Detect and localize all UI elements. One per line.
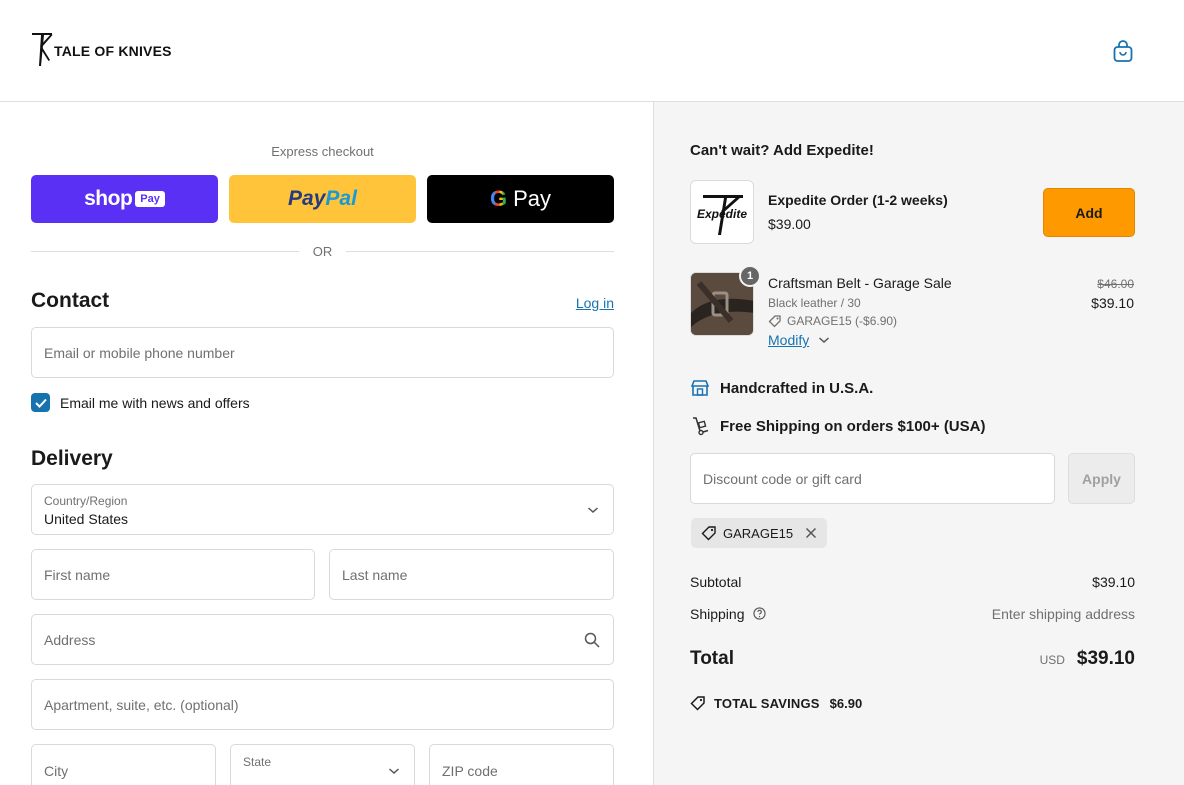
- country-select[interactable]: Country/Region United States: [31, 484, 614, 535]
- state-label: State: [243, 755, 272, 769]
- store-icon: [690, 380, 710, 396]
- tag-icon: [768, 315, 781, 328]
- applied-discount-chip: GARAGE15: [691, 518, 828, 548]
- remove-discount-icon[interactable]: [805, 527, 817, 539]
- shipping-row: Shipping Enter shipping address: [690, 606, 1135, 622]
- subtotal-label: Subtotal: [690, 574, 742, 590]
- first-name-field[interactable]: First name: [31, 549, 315, 600]
- subtotal-row: Subtotal $39.10: [690, 574, 1135, 590]
- shop-pay-button[interactable]: shop Pay: [31, 175, 218, 223]
- tag-icon: [690, 696, 705, 711]
- item-discount: GARAGE15 (-$6.90): [768, 314, 897, 328]
- zip-field[interactable]: ZIP code: [429, 744, 614, 785]
- tag-icon: [701, 526, 716, 541]
- paypal-wordmark: PayPal: [288, 187, 357, 211]
- last-name-field[interactable]: Last name: [329, 549, 614, 600]
- login-link[interactable]: Log in: [560, 295, 614, 311]
- divider-line: [346, 250, 614, 252]
- delivery-title: Delivery: [31, 447, 113, 470]
- hand-truck-icon: [693, 417, 709, 436]
- or-text: OR: [312, 243, 333, 259]
- last-name-placeholder: Last name: [342, 566, 408, 583]
- google-pay-word: Pay: [513, 186, 552, 211]
- paypal-word-2: Pal: [325, 187, 357, 210]
- paypal-button[interactable]: PayPal: [229, 175, 416, 223]
- total-amount: USD $39.10: [1040, 648, 1135, 670]
- shipping-value: Enter shipping address: [991, 606, 1135, 622]
- expedite-thumb-text: Expedite: [697, 207, 748, 221]
- divider-line: [31, 250, 299, 252]
- discount-code-input[interactable]: Discount code or gift card: [690, 453, 1055, 504]
- first-name-placeholder: First name: [44, 566, 111, 583]
- item-variant: Black leather / 30: [768, 296, 861, 310]
- chevron-down-icon: [389, 768, 399, 775]
- city-field[interactable]: City: [31, 744, 216, 785]
- item-name: Craftsman Belt - Garage Sale: [768, 275, 952, 291]
- header: TALE OF KNIVES: [0, 0, 1184, 102]
- brand-name: TALE OF KNIVES: [54, 43, 172, 59]
- feature-text: Free Shipping on orders $100+ (USA): [720, 417, 986, 435]
- total-label: Total: [690, 648, 734, 669]
- original-price: $46.00: [1097, 277, 1134, 291]
- applied-code: GARAGE15: [723, 525, 794, 541]
- address-field[interactable]: Address: [31, 614, 614, 665]
- email-field[interactable]: Email or mobile phone number: [31, 327, 614, 378]
- address-placeholder: Address: [44, 631, 96, 648]
- apartment-field[interactable]: Apartment, suite, etc. (optional): [31, 679, 614, 730]
- paypal-word-1: Pay: [288, 187, 326, 210]
- shop-pay-badge: Pay: [135, 191, 165, 207]
- apply-discount-button[interactable]: Apply: [1068, 453, 1135, 504]
- item-price: $39.10: [1091, 295, 1134, 311]
- total-row: Total USD $39.10: [690, 648, 1135, 670]
- google-g-icon: G: [489, 186, 508, 211]
- city-placeholder: City: [44, 763, 69, 779]
- newsletter-checkbox-row[interactable]: Email me with news and offers: [31, 393, 250, 412]
- knife-logo-icon: [32, 33, 53, 66]
- country-label: Country/Region: [44, 494, 128, 508]
- total-savings: TOTAL SAVINGS $6.90: [690, 695, 862, 711]
- total-value: $39.10: [1076, 648, 1135, 669]
- search-icon: [584, 632, 600, 648]
- expedite-price: $39.00: [768, 216, 811, 232]
- savings-label: TOTAL SAVINGS: [714, 695, 820, 711]
- brand-logo[interactable]: TALE OF KNIVES: [30, 30, 172, 68]
- shipping-label-wrap: Shipping: [690, 606, 767, 622]
- savings-value: $6.90: [829, 695, 863, 711]
- chevron-down-icon: [588, 506, 598, 513]
- subtotal-value: $39.10: [1092, 574, 1135, 590]
- state-select[interactable]: State: [230, 744, 415, 785]
- add-expedite-button[interactable]: Add: [1043, 188, 1135, 237]
- newsletter-checkbox[interactable]: [31, 393, 50, 412]
- expedite-thumbnail: Expedite: [690, 180, 754, 244]
- upsell-title: Can't wait? Add Expedite!: [690, 142, 874, 159]
- modify-link[interactable]: Modify: [768, 332, 830, 348]
- shop-pay-wordmark: shop: [84, 187, 133, 210]
- modify-text: Modify: [768, 332, 810, 348]
- expedite-name: Expedite Order (1-2 weeks): [768, 192, 948, 208]
- google-pay-wordmark: G Pay: [490, 186, 551, 212]
- newsletter-label: Email me with news and offers: [60, 394, 250, 411]
- shipping-label: Shipping: [690, 606, 745, 622]
- item-discount-text: GARAGE15 (-$6.90): [787, 314, 898, 328]
- feature-text: Handcrafted in U.S.A.: [720, 379, 874, 397]
- country-value: United States: [44, 511, 129, 527]
- discount-placeholder: Discount code or gift card: [703, 471, 862, 487]
- zip-placeholder: ZIP code: [442, 763, 498, 779]
- express-checkout-label: Express checkout: [271, 144, 374, 159]
- chevron-down-icon: [819, 337, 830, 344]
- apartment-placeholder: Apartment, suite, etc. (optional): [44, 696, 239, 713]
- checkout-form: Express checkout shop Pay PayPal G Pay O…: [0, 102, 653, 785]
- order-summary: Can't wait? Add Expedite! Expedite Exped…: [653, 102, 1184, 785]
- currency-code: USD: [1039, 653, 1065, 667]
- feature-free-shipping: Free Shipping on orders $100+ (USA): [690, 416, 985, 436]
- contact-title: Contact: [31, 289, 110, 312]
- quantity-badge: 1: [739, 265, 761, 287]
- checkmark-icon: [34, 398, 47, 408]
- question-circle-icon[interactable]: [753, 607, 767, 620]
- shopping-bag-icon[interactable]: [1112, 39, 1134, 63]
- or-divider: OR: [31, 242, 614, 260]
- google-pay-button[interactable]: G Pay: [427, 175, 614, 223]
- email-placeholder: Email or mobile phone number: [44, 344, 235, 361]
- feature-handcrafted: Handcrafted in U.S.A.: [690, 378, 873, 398]
